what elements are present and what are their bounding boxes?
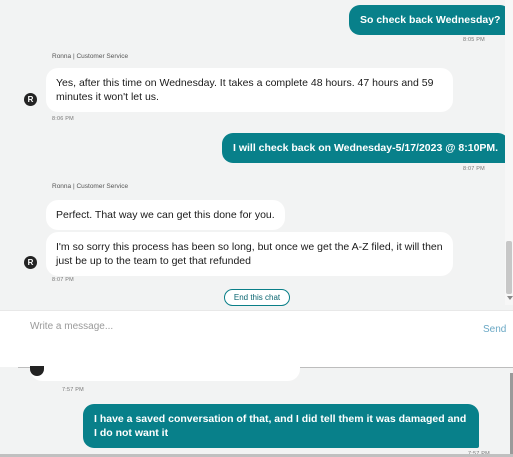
message-timestamp: 8:07 PM bbox=[52, 277, 74, 283]
send-button[interactable]: Send bbox=[483, 324, 506, 335]
message-input[interactable] bbox=[28, 320, 412, 333]
scrollbar-thumb[interactable] bbox=[506, 241, 512, 294]
agent-avatar: R bbox=[24, 256, 37, 269]
incoming-message-partial bbox=[30, 367, 300, 381]
outgoing-message: I will check back on Wednesday-5/17/2023… bbox=[222, 133, 510, 163]
incoming-message: I'm so sorry this process has been so lo… bbox=[46, 232, 453, 276]
outgoing-message: I have a saved conversation of that, and… bbox=[83, 404, 479, 448]
outgoing-message: So check back Wednesday? bbox=[349, 5, 512, 35]
message-timestamp: 8:07 PM bbox=[463, 166, 485, 172]
incoming-message: Yes, after this time on Wednesday. It ta… bbox=[46, 68, 453, 112]
message-timestamp: 8:06 PM bbox=[52, 116, 74, 122]
incoming-message: Perfect. That way we can get this done f… bbox=[46, 200, 285, 230]
agent-name: Ronna | Customer Service bbox=[52, 183, 129, 190]
agent-name: Ronna | Customer Service bbox=[52, 53, 129, 60]
message-composer: Send bbox=[0, 310, 513, 347]
chat-transcript: So check back Wednesday? 8:05 PM Ronna |… bbox=[0, 0, 513, 310]
agent-avatar: R bbox=[24, 93, 37, 106]
message-timestamp: 7:57 PM bbox=[62, 387, 84, 393]
message-timestamp: 8:05 PM bbox=[463, 37, 485, 43]
end-chat-button[interactable]: End this chat bbox=[224, 289, 290, 306]
scroll-down-arrow-icon[interactable] bbox=[507, 296, 513, 300]
chat-scrollbar[interactable] bbox=[505, 0, 513, 305]
